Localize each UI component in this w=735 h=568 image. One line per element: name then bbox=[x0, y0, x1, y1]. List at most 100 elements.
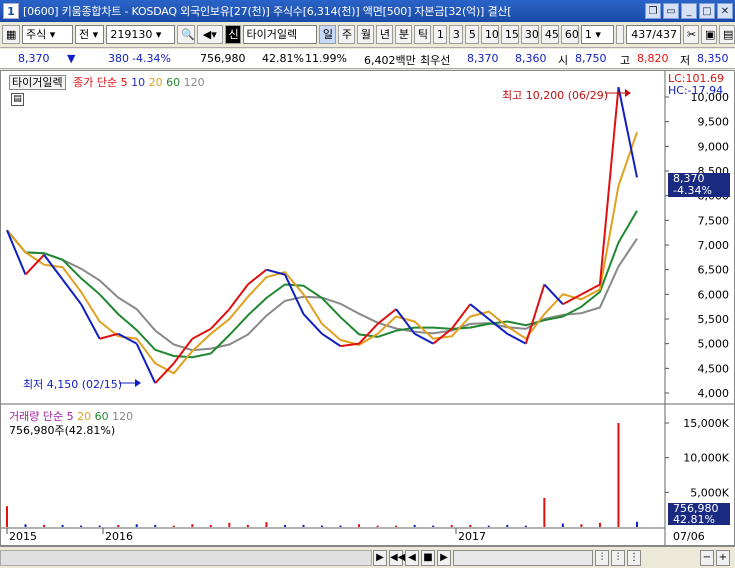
high-label: 고 bbox=[620, 54, 631, 67]
volume-bar bbox=[135, 524, 138, 527]
open-value: 8,750 bbox=[575, 52, 607, 65]
chart-toolbar: ▦ 주식 ▾ 전 ▾ 219130 ▾ 🔍 ◀▾ 신 타이거일렉 일 주 월 년… bbox=[0, 22, 735, 48]
volume-bar bbox=[61, 524, 64, 527]
volume-bar bbox=[98, 525, 101, 527]
chart-area[interactable]: 타이거일렉 종가 단순 5 10 20 60 120 ▤ 거래량 단순 5 20… bbox=[0, 70, 735, 546]
stop-icon[interactable]: ■ bbox=[421, 550, 435, 566]
interval-5[interactable]: 5 bbox=[464, 25, 479, 44]
period-month[interactable]: 월 bbox=[356, 25, 374, 44]
price-tick-label: 9,500 bbox=[698, 116, 730, 129]
hc-label: HC:-17.94 bbox=[668, 84, 724, 97]
price-segment bbox=[228, 283, 249, 310]
vol-ratio: 42.81% bbox=[262, 52, 304, 65]
interval-30[interactable]: 30 bbox=[520, 25, 539, 44]
price-tick-label: 7,500 bbox=[698, 214, 730, 227]
volume-bar bbox=[321, 525, 323, 527]
period-week[interactable]: 주 bbox=[337, 25, 355, 44]
volume-tick-label: 5,000K bbox=[690, 486, 729, 499]
high-marker-arrow bbox=[625, 89, 631, 97]
grid-menu-icon[interactable]: ▦ bbox=[2, 25, 20, 44]
period-year[interactable]: 년 bbox=[375, 25, 393, 44]
stock-name-field[interactable]: 타이거일렉 bbox=[242, 25, 317, 44]
volume-bar bbox=[395, 525, 398, 527]
volume-bar bbox=[246, 524, 249, 527]
price-segment bbox=[524, 284, 546, 344]
price-segment bbox=[61, 278, 82, 305]
tile-icon[interactable]: ▭ bbox=[663, 3, 679, 19]
more-icon[interactable]: ⋮ bbox=[627, 550, 641, 566]
current-price-pct: -4.34% bbox=[673, 184, 712, 197]
interval-1[interactable]: 1 bbox=[432, 25, 447, 44]
period-day[interactable]: 일 bbox=[318, 25, 336, 44]
titlebar-buttons: ❐ ▭ _ □ ✕ bbox=[645, 3, 733, 19]
price-tick-label: 9,000 bbox=[698, 140, 730, 153]
restore-icon[interactable]: ❐ bbox=[645, 3, 661, 19]
period-tick[interactable]: 틱 bbox=[413, 25, 431, 44]
scroll-bar: ▶ ◀◀ ◀ ■ ▶ ⫶ ⫶ ⋮ − + bbox=[0, 546, 735, 568]
price-tick-label: 7,000 bbox=[698, 239, 730, 252]
price-segment bbox=[376, 308, 397, 325]
change-value: 380 bbox=[108, 52, 129, 65]
scissors-icon[interactable]: ✂ bbox=[683, 25, 699, 44]
volume-tick-label: 15,000K bbox=[683, 417, 729, 430]
volume-bar bbox=[191, 524, 194, 527]
count-field[interactable]: 437/437 bbox=[626, 25, 681, 44]
ma60-line bbox=[6, 210, 638, 359]
scroll-next-icon[interactable]: ▶ bbox=[437, 550, 451, 566]
zoom-out-icon[interactable]: − bbox=[700, 550, 714, 566]
scroll-prev-icon[interactable]: ◀ bbox=[405, 550, 419, 566]
ruler-icon[interactable]: ⫶ bbox=[595, 550, 609, 566]
price-segment bbox=[6, 229, 27, 275]
volume-bar bbox=[617, 423, 620, 527]
turnover-value: 11.99% bbox=[305, 52, 347, 65]
price-value: 8,370 bbox=[18, 52, 50, 65]
price-segment bbox=[598, 87, 620, 285]
interval-45[interactable]: 45 bbox=[540, 25, 559, 44]
interval-15[interactable]: 15 bbox=[500, 25, 519, 44]
interval-select[interactable]: 1 ▾ bbox=[580, 25, 615, 44]
price-segment bbox=[80, 303, 101, 340]
current-volume-box: 756,980 42.81% bbox=[668, 503, 730, 525]
price-segment bbox=[506, 332, 527, 345]
volume-bar bbox=[358, 524, 361, 527]
amount-value: 6,402백만 bbox=[364, 54, 416, 67]
jeon-select[interactable]: 전 ▾ bbox=[74, 25, 105, 44]
sin-button[interactable]: 신 bbox=[224, 25, 241, 44]
minimize-icon[interactable]: _ bbox=[681, 3, 697, 19]
volume-bar bbox=[80, 525, 83, 527]
scroll-track[interactable] bbox=[0, 550, 372, 566]
stock-code-input[interactable]: 219130 ▾ bbox=[106, 25, 175, 44]
low-marker-arrow bbox=[135, 379, 141, 387]
interval-10[interactable]: 10 bbox=[480, 25, 499, 44]
zoom-in-icon[interactable]: + bbox=[716, 550, 730, 566]
high-annotation: 최고 10,200 (06/29) bbox=[502, 89, 609, 102]
period-minute[interactable]: 분 bbox=[394, 25, 412, 44]
settings-icon[interactable]: ▤ bbox=[719, 25, 735, 44]
volume-bar bbox=[543, 497, 546, 527]
interval-60[interactable]: 60 bbox=[560, 25, 579, 44]
current-volume-pct: 42.81% bbox=[673, 513, 715, 526]
volume-bar bbox=[580, 524, 583, 527]
quote-bar: 8,370 ▼ 380 -4.34% 756,980 42.81% 11.99%… bbox=[0, 49, 735, 69]
close-icon[interactable]: ✕ bbox=[717, 3, 733, 19]
save-icon[interactable]: ▣ bbox=[701, 25, 717, 44]
x-tick-label: 2016 bbox=[105, 530, 133, 543]
volume-bar bbox=[43, 524, 46, 527]
jeon-select-value: 전 bbox=[78, 28, 90, 41]
volume-bar bbox=[432, 525, 435, 527]
search-icon[interactable]: 🔍 bbox=[176, 25, 195, 44]
window-titlebar: 1 [0600] 키움종합차트 - KOSDAQ 외국인보유[27(천)] 주식… bbox=[0, 0, 735, 22]
volume-bar bbox=[283, 524, 286, 527]
low-label: 저 bbox=[680, 54, 691, 67]
stock-code-value: 219130 bbox=[110, 28, 153, 41]
price-segment bbox=[99, 332, 119, 340]
maximize-icon[interactable]: □ bbox=[699, 3, 715, 19]
zoom-track[interactable] bbox=[453, 550, 593, 566]
interval-3[interactable]: 3 bbox=[448, 25, 463, 44]
scroll-first-icon[interactable]: ◀◀ bbox=[389, 550, 405, 566]
zoom-track-right[interactable]: ⫶ bbox=[611, 550, 625, 566]
scroll-right-icon[interactable]: ▶ bbox=[373, 550, 387, 566]
volume-bar bbox=[6, 506, 8, 527]
market-select[interactable]: 주식 ▾ bbox=[22, 25, 73, 44]
speaker-icon[interactable]: ◀▾ bbox=[196, 25, 223, 44]
